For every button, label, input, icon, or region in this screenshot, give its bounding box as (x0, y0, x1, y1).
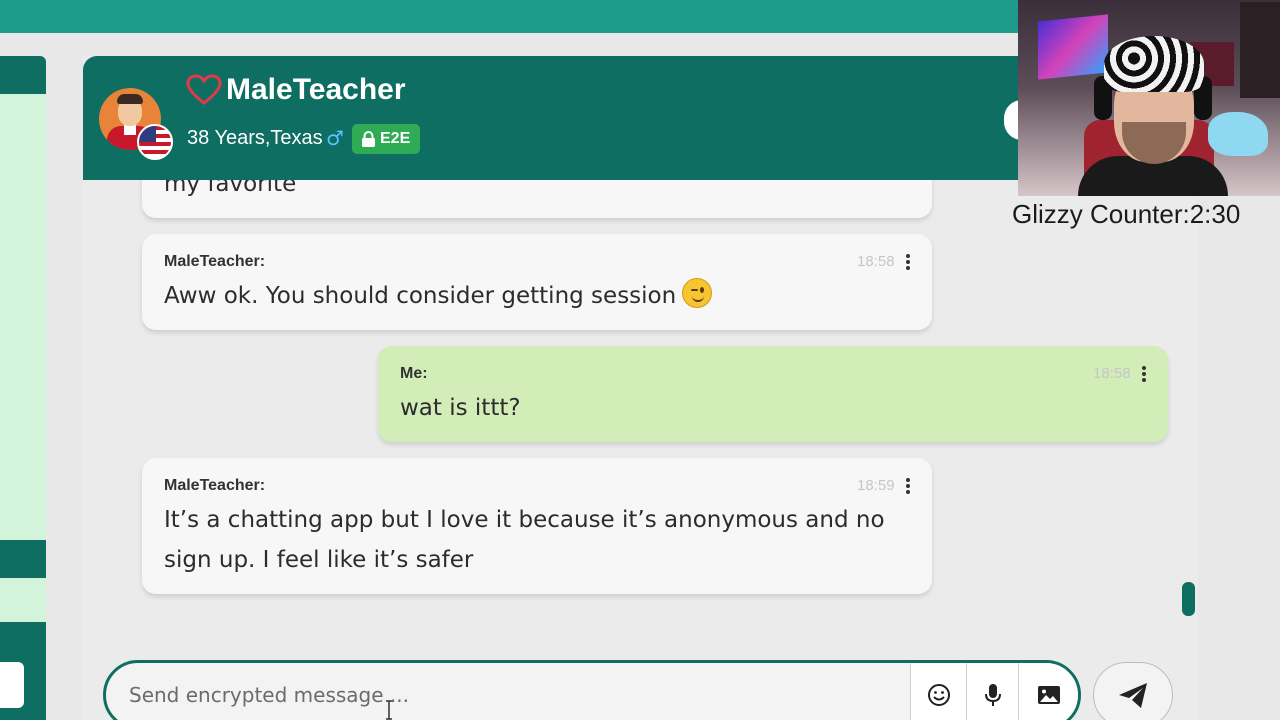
message-input[interactable] (106, 663, 910, 720)
message-time: 18:58 (1093, 365, 1131, 382)
message-sender: MaleTeacher: (164, 253, 266, 270)
male-icon: ♂ (326, 126, 344, 150)
scrollbar-thumb[interactable] (1182, 582, 1195, 616)
message-sender: Me: (400, 365, 428, 382)
message-text-line: Aww ok. You should consider getting sess… (164, 276, 713, 316)
message-text: Aww ok. You should consider getting sess… (164, 283, 677, 309)
message-sender: MaleTeacher: (164, 477, 266, 494)
sidebar-chat-list[interactable] (0, 94, 46, 540)
emoji-icon (927, 684, 950, 706)
text-cursor-icon (386, 700, 392, 720)
chat-partner-meta: 38 Years,Texas (187, 127, 323, 149)
glizzy-counter: Glizzy Counter:2:30 (1012, 199, 1241, 229)
message-composer (103, 660, 1081, 720)
more-icon[interactable] (1142, 366, 1146, 382)
emoji-button[interactable] (910, 663, 966, 720)
wink-icon (682, 278, 713, 308)
image-icon (1037, 686, 1060, 704)
microphone-icon (984, 684, 1001, 706)
message-bubble-outgoing: Me: 18:58 wat is ittt? (378, 346, 1168, 442)
message-bubble-incoming: MaleTeacher: 18:58 Aww ok. You should co… (142, 234, 932, 330)
e2e-badge: E2E (352, 124, 420, 154)
e2e-badge-label: E2E (380, 130, 411, 147)
chat-partner-name: MaleTeacher (226, 73, 406, 106)
lock-icon (362, 131, 375, 147)
message-text: It’s a chatting app but I love it becaus… (164, 507, 885, 573)
send-icon (1119, 683, 1147, 708)
webcam-overlay (1018, 0, 1280, 196)
send-button[interactable] (1093, 662, 1173, 720)
message-time: 18:59 (857, 477, 895, 494)
message-bubble-incoming: MaleTeacher: 18:59 It’s a chatting app b… (142, 458, 932, 594)
message-time: 18:58 (857, 253, 895, 270)
more-icon[interactable] (906, 254, 910, 270)
heart-icon[interactable] (186, 74, 222, 106)
sidebar-section-bar (0, 540, 46, 578)
message-text: wat is ittt? (400, 395, 521, 421)
image-button[interactable] (1018, 663, 1078, 720)
voice-button[interactable] (966, 663, 1018, 720)
sidebar-search-input[interactable] (0, 662, 24, 708)
sidebar-header (0, 56, 46, 94)
sidebar-item[interactable] (0, 578, 46, 622)
us-flag-icon (137, 124, 173, 160)
more-icon[interactable] (906, 478, 910, 494)
